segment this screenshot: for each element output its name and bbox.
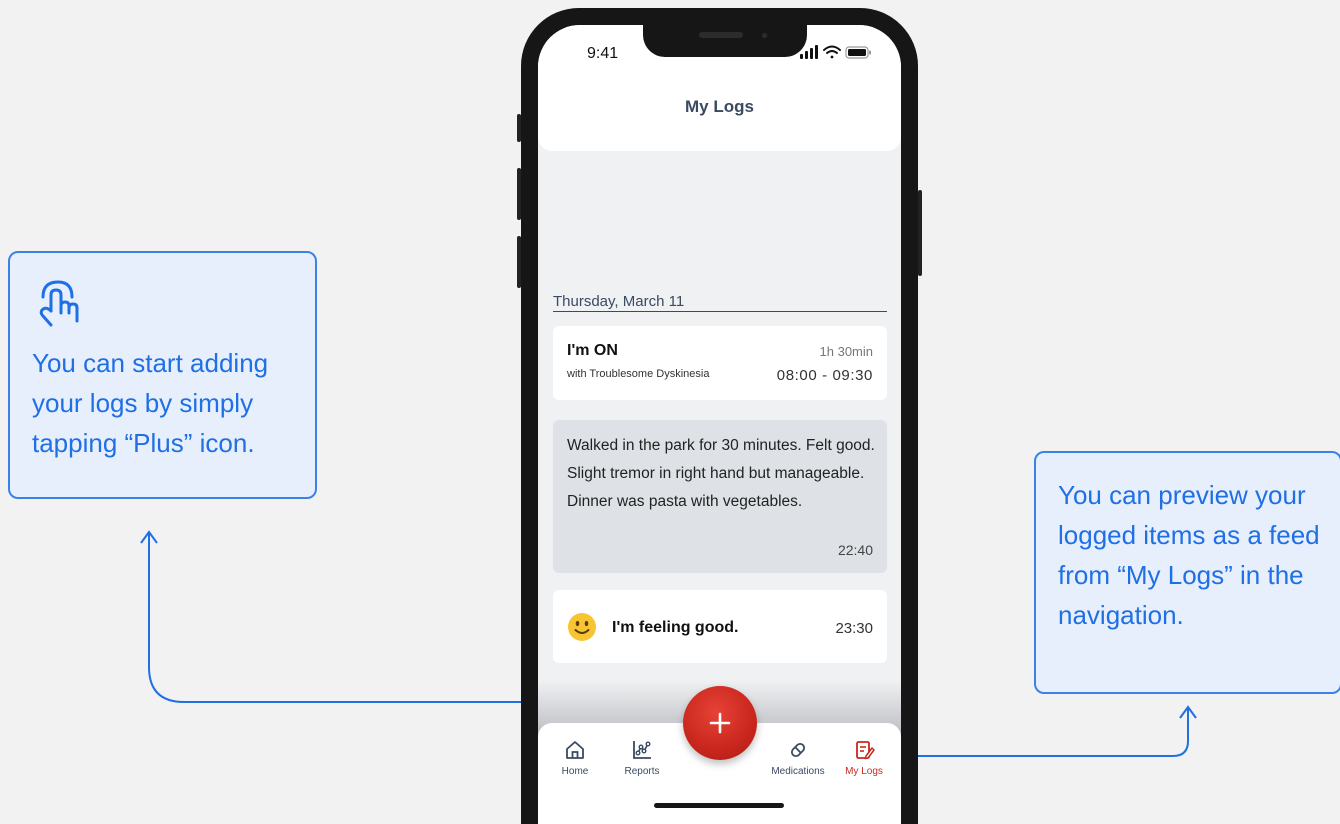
nav-item-home[interactable]: Home [560, 739, 590, 777]
home-icon [566, 741, 584, 759]
callout-add-logs: You can start adding your logs by simply… [8, 251, 317, 499]
note-time: 22:40 [837, 542, 873, 558]
note-text: Walked in the park for 30 minutes. Felt … [567, 437, 875, 510]
log-card-on-state[interactable]: I'm ON with Troublesome Dyskinesia 1h 30… [553, 326, 887, 400]
nav-label-medications: Medications [771, 766, 825, 777]
smile-emoji-icon [568, 613, 596, 641]
log-card-mood[interactable]: I'm feeling good. 23:30 [553, 590, 887, 663]
mood-text: I'm feeling good. [612, 619, 739, 636]
mood-time: 23:30 [835, 620, 873, 637]
pill-icon [790, 742, 806, 758]
nav-item-reports[interactable]: Reports [620, 739, 664, 777]
feed-date-label: Thursday, March 11 [553, 293, 685, 310]
callout-right-text: You can preview your logged items as a f… [1058, 480, 1320, 630]
callout-left-text: You can start adding your logs by simply… [32, 348, 269, 458]
callout-preview-logs: You can preview your logged items as a f… [1034, 451, 1340, 694]
status-icons [800, 45, 871, 59]
on-state-duration: 1h 30min [819, 344, 873, 359]
add-log-button[interactable] [683, 686, 757, 760]
nav-label-my-logs: My Logs [845, 766, 883, 777]
phone-screen: 9:41 My Logs Thursday, March 11 I'm ON w… [538, 25, 901, 824]
status-time: 9:41 [587, 45, 619, 62]
mute-switch [517, 114, 521, 142]
phone-frame: 9:41 My Logs Thursday, March 11 I'm ON w… [517, 8, 922, 824]
log-card-note[interactable]: Walked in the park for 30 minutes. Felt … [553, 420, 887, 573]
volume-up-button [517, 168, 521, 220]
nav-label-home: Home [561, 766, 589, 777]
plus-icon [709, 712, 731, 734]
power-button [918, 190, 922, 276]
nav-item-medications[interactable]: Medications [766, 739, 830, 777]
date-divider [553, 311, 887, 312]
tap-hand-icon [39, 280, 79, 327]
reports-icon [633, 741, 651, 759]
battery-icon [845, 46, 871, 59]
nav-item-my-logs[interactable]: My Logs [842, 739, 886, 777]
page-title: My Logs [685, 97, 754, 116]
on-state-time-range: 08:00 - 09:30 [776, 367, 873, 384]
home-indicator [654, 803, 784, 808]
on-state-subtitle: with Troublesome Dyskinesia [567, 368, 710, 380]
volume-down-button [517, 236, 521, 288]
notch [643, 25, 807, 57]
wifi-icon [823, 45, 841, 59]
on-state-title: I'm ON [567, 342, 618, 359]
nav-label-reports: Reports [624, 766, 660, 777]
my-logs-icon [856, 741, 875, 760]
